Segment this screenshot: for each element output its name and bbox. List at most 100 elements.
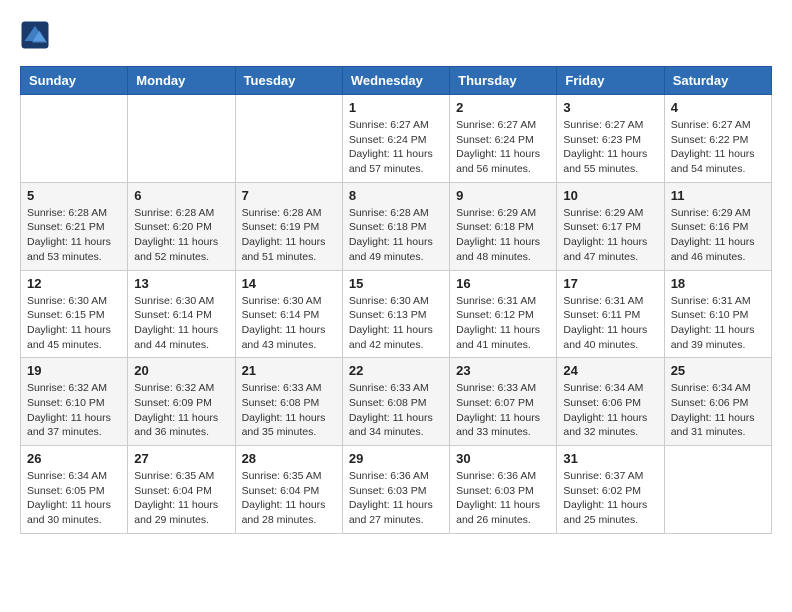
day-info: Sunrise: 6:37 AM Sunset: 6:02 PM Dayligh… bbox=[563, 469, 657, 528]
weekday-header-wednesday: Wednesday bbox=[342, 67, 449, 95]
calendar-week-2: 5 Sunrise: 6:28 AM Sunset: 6:21 PM Daylig… bbox=[21, 182, 772, 270]
day-info: Sunrise: 6:35 AM Sunset: 6:04 PM Dayligh… bbox=[242, 469, 336, 528]
calendar-cell: 14 Sunrise: 6:30 AM Sunset: 6:14 PM Dayli… bbox=[235, 270, 342, 358]
calendar-cell bbox=[21, 95, 128, 183]
calendar-cell: 23Sunrise: 6:33 AM Sunset: 6:07 PM Dayli… bbox=[450, 358, 557, 446]
calendar-cell: 2 Sunrise: 6:27 AM Sunset: 6:24 PM Daylig… bbox=[450, 95, 557, 183]
calendar-cell: 3 Sunrise: 6:27 AM Sunset: 6:23 PM Daylig… bbox=[557, 95, 664, 183]
calendar-cell: 11 Sunrise: 6:29 AM Sunset: 6:16 PM Dayli… bbox=[664, 182, 771, 270]
day-info: Sunrise: 6:29 AM Sunset: 6:17 PM Dayligh… bbox=[563, 206, 657, 265]
day-number: 25 bbox=[671, 363, 765, 378]
day-number: 12 bbox=[27, 276, 121, 291]
day-info: Sunrise: 6:27 AM Sunset: 6:22 PM Dayligh… bbox=[671, 118, 765, 177]
day-info: Sunrise: 6:34 AM Sunset: 6:05 PM Dayligh… bbox=[27, 469, 121, 528]
day-info: Sunrise: 6:28 AM Sunset: 6:20 PM Dayligh… bbox=[134, 206, 228, 265]
calendar-cell: 1 Sunrise: 6:27 AM Sunset: 6:24 PM Daylig… bbox=[342, 95, 449, 183]
calendar: SundayMondayTuesdayWednesdayThursdayFrid… bbox=[20, 66, 772, 534]
day-number: 10 bbox=[563, 188, 657, 203]
calendar-cell: 4 Sunrise: 6:27 AM Sunset: 6:22 PM Daylig… bbox=[664, 95, 771, 183]
day-info: Sunrise: 6:35 AM Sunset: 6:04 PM Dayligh… bbox=[134, 469, 228, 528]
calendar-cell bbox=[128, 95, 235, 183]
calendar-cell: 20 Sunrise: 6:32 AM Sunset: 6:09 PM Dayli… bbox=[128, 358, 235, 446]
day-number: 1 bbox=[349, 100, 443, 115]
day-number: 13 bbox=[134, 276, 228, 291]
day-number: 7 bbox=[242, 188, 336, 203]
calendar-cell: 9Sunrise: 6:29 AM Sunset: 6:18 PM Daylig… bbox=[450, 182, 557, 270]
day-number: 19 bbox=[27, 363, 121, 378]
calendar-cell: 8 Sunrise: 6:28 AM Sunset: 6:18 PM Daylig… bbox=[342, 182, 449, 270]
calendar-week-5: 26 Sunrise: 6:34 AM Sunset: 6:05 PM Dayli… bbox=[21, 446, 772, 534]
day-info: Sunrise: 6:28 AM Sunset: 6:18 PM Dayligh… bbox=[349, 206, 443, 265]
day-number: 30 bbox=[456, 451, 550, 466]
day-info: Sunrise: 6:27 AM Sunset: 6:24 PM Dayligh… bbox=[456, 118, 550, 177]
day-info: Sunrise: 6:27 AM Sunset: 6:24 PM Dayligh… bbox=[349, 118, 443, 177]
calendar-cell: 22 Sunrise: 6:33 AM Sunset: 6:08 PM Dayli… bbox=[342, 358, 449, 446]
day-info: Sunrise: 6:31 AM Sunset: 6:10 PM Dayligh… bbox=[671, 294, 765, 353]
calendar-cell: 28 Sunrise: 6:35 AM Sunset: 6:04 PM Dayli… bbox=[235, 446, 342, 534]
weekday-header-tuesday: Tuesday bbox=[235, 67, 342, 95]
day-number: 28 bbox=[242, 451, 336, 466]
weekday-header-row: SundayMondayTuesdayWednesdayThursdayFrid… bbox=[21, 67, 772, 95]
calendar-cell: 13Sunrise: 6:30 AM Sunset: 6:14 PM Dayli… bbox=[128, 270, 235, 358]
calendar-cell: 30 Sunrise: 6:36 AM Sunset: 6:03 PM Dayli… bbox=[450, 446, 557, 534]
calendar-body: 1 Sunrise: 6:27 AM Sunset: 6:24 PM Daylig… bbox=[21, 95, 772, 534]
day-number: 4 bbox=[671, 100, 765, 115]
calendar-cell: 5 Sunrise: 6:28 AM Sunset: 6:21 PM Daylig… bbox=[21, 182, 128, 270]
calendar-cell: 6 Sunrise: 6:28 AM Sunset: 6:20 PM Daylig… bbox=[128, 182, 235, 270]
day-number: 17 bbox=[563, 276, 657, 291]
day-number: 11 bbox=[671, 188, 765, 203]
weekday-header-sunday: Sunday bbox=[21, 67, 128, 95]
calendar-cell: 26 Sunrise: 6:34 AM Sunset: 6:05 PM Dayli… bbox=[21, 446, 128, 534]
day-number: 6 bbox=[134, 188, 228, 203]
logo bbox=[20, 20, 54, 50]
day-info: Sunrise: 6:32 AM Sunset: 6:09 PM Dayligh… bbox=[134, 381, 228, 440]
calendar-cell: 18 Sunrise: 6:31 AM Sunset: 6:10 PM Dayli… bbox=[664, 270, 771, 358]
calendar-cell: 21 Sunrise: 6:33 AM Sunset: 6:08 PM Dayli… bbox=[235, 358, 342, 446]
day-info: Sunrise: 6:31 AM Sunset: 6:11 PM Dayligh… bbox=[563, 294, 657, 353]
calendar-cell: 27 Sunrise: 6:35 AM Sunset: 6:04 PM Dayli… bbox=[128, 446, 235, 534]
calendar-cell: 15Sunrise: 6:30 AM Sunset: 6:13 PM Dayli… bbox=[342, 270, 449, 358]
day-number: 5 bbox=[27, 188, 121, 203]
day-info: Sunrise: 6:36 AM Sunset: 6:03 PM Dayligh… bbox=[349, 469, 443, 528]
day-info: Sunrise: 6:29 AM Sunset: 6:16 PM Dayligh… bbox=[671, 206, 765, 265]
day-number: 22 bbox=[349, 363, 443, 378]
day-number: 20 bbox=[134, 363, 228, 378]
day-info: Sunrise: 6:36 AM Sunset: 6:03 PM Dayligh… bbox=[456, 469, 550, 528]
calendar-cell: 12Sunrise: 6:30 AM Sunset: 6:15 PM Dayli… bbox=[21, 270, 128, 358]
day-info: Sunrise: 6:30 AM Sunset: 6:13 PM Dayligh… bbox=[349, 294, 443, 353]
calendar-cell bbox=[235, 95, 342, 183]
weekday-header-monday: Monday bbox=[128, 67, 235, 95]
day-number: 24 bbox=[563, 363, 657, 378]
day-info: Sunrise: 6:33 AM Sunset: 6:08 PM Dayligh… bbox=[349, 381, 443, 440]
calendar-week-1: 1 Sunrise: 6:27 AM Sunset: 6:24 PM Daylig… bbox=[21, 95, 772, 183]
day-info: Sunrise: 6:34 AM Sunset: 6:06 PM Dayligh… bbox=[563, 381, 657, 440]
day-number: 14 bbox=[242, 276, 336, 291]
calendar-cell: 24 Sunrise: 6:34 AM Sunset: 6:06 PM Dayli… bbox=[557, 358, 664, 446]
day-number: 9 bbox=[456, 188, 550, 203]
calendar-cell: 31 Sunrise: 6:37 AM Sunset: 6:02 PM Dayli… bbox=[557, 446, 664, 534]
day-info: Sunrise: 6:27 AM Sunset: 6:23 PM Dayligh… bbox=[563, 118, 657, 177]
calendar-cell: 17 Sunrise: 6:31 AM Sunset: 6:11 PM Dayli… bbox=[557, 270, 664, 358]
day-number: 27 bbox=[134, 451, 228, 466]
day-number: 8 bbox=[349, 188, 443, 203]
day-number: 21 bbox=[242, 363, 336, 378]
day-number: 26 bbox=[27, 451, 121, 466]
day-info: Sunrise: 6:30 AM Sunset: 6:14 PM Dayligh… bbox=[242, 294, 336, 353]
page-header bbox=[20, 20, 772, 50]
day-number: 16 bbox=[456, 276, 550, 291]
day-info: Sunrise: 6:28 AM Sunset: 6:21 PM Dayligh… bbox=[27, 206, 121, 265]
day-number: 2 bbox=[456, 100, 550, 115]
day-number: 29 bbox=[349, 451, 443, 466]
weekday-header-friday: Friday bbox=[557, 67, 664, 95]
calendar-cell: 29 Sunrise: 6:36 AM Sunset: 6:03 PM Dayli… bbox=[342, 446, 449, 534]
day-info: Sunrise: 6:33 AM Sunset: 6:07 PM Dayligh… bbox=[456, 381, 550, 440]
calendar-cell: 16Sunrise: 6:31 AM Sunset: 6:12 PM Dayli… bbox=[450, 270, 557, 358]
day-number: 18 bbox=[671, 276, 765, 291]
logo-icon bbox=[20, 20, 50, 50]
day-info: Sunrise: 6:33 AM Sunset: 6:08 PM Dayligh… bbox=[242, 381, 336, 440]
day-info: Sunrise: 6:32 AM Sunset: 6:10 PM Dayligh… bbox=[27, 381, 121, 440]
day-number: 31 bbox=[563, 451, 657, 466]
calendar-week-4: 19 Sunrise: 6:32 AM Sunset: 6:10 PM Dayli… bbox=[21, 358, 772, 446]
day-number: 3 bbox=[563, 100, 657, 115]
calendar-cell: 25Sunrise: 6:34 AM Sunset: 6:06 PM Dayli… bbox=[664, 358, 771, 446]
